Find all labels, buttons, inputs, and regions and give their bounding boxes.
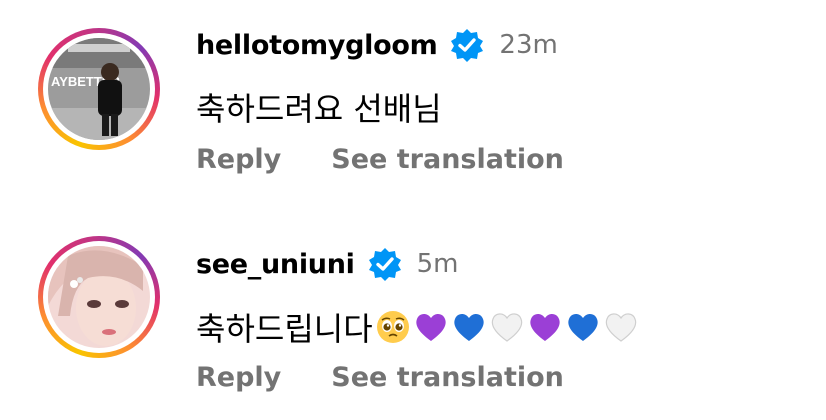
comment-item: AYBETTER hellotomygloom 23m 축하드려요 선배님 Re…	[0, 0, 826, 205]
comment-actions: Reply See translation	[196, 362, 564, 393]
username-link[interactable]: hellotomygloom	[196, 30, 438, 61]
comment-actions: Reply See translation	[196, 144, 564, 175]
reply-button[interactable]: Reply	[196, 362, 281, 393]
white-heart-icon	[491, 313, 522, 342]
reply-button[interactable]: Reply	[196, 144, 281, 175]
see-translation-button[interactable]: See translation	[331, 362, 564, 393]
comment-timestamp: 23m	[499, 30, 558, 60]
blue-heart-icon	[567, 313, 598, 341]
comment-timestamp: 5m	[416, 249, 459, 279]
comment-body: 축하드려요 선배님	[196, 90, 442, 128]
comment-item: see_uniuni 5m 축하드립니다 Reply See translati…	[0, 220, 826, 420]
comment-header: see_uniuni 5m	[196, 244, 458, 284]
comment-text: 축하드려요 선배님	[196, 84, 442, 130]
username-link[interactable]: see_uniuni	[196, 249, 355, 280]
white-heart-icon	[605, 313, 636, 342]
purple-heart-icon	[529, 313, 560, 341]
verified-badge-icon	[451, 29, 484, 62]
avatar-story-ring[interactable]	[38, 236, 160, 358]
comment-body: 축하드립니다	[196, 310, 373, 348]
verified-badge-icon	[368, 248, 401, 281]
purple-heart-icon	[415, 313, 446, 341]
see-translation-button[interactable]: See translation	[331, 144, 564, 175]
avatar[interactable]	[48, 246, 150, 348]
comment-text: 축하드립니다	[196, 304, 639, 350]
avatar-story-ring[interactable]: AYBETTER	[38, 28, 160, 150]
pleading-face-icon	[376, 311, 409, 343]
comment-header: hellotomygloom 23m	[196, 25, 558, 65]
avatar[interactable]: AYBETTER	[48, 38, 150, 140]
blue-heart-icon	[453, 313, 484, 341]
